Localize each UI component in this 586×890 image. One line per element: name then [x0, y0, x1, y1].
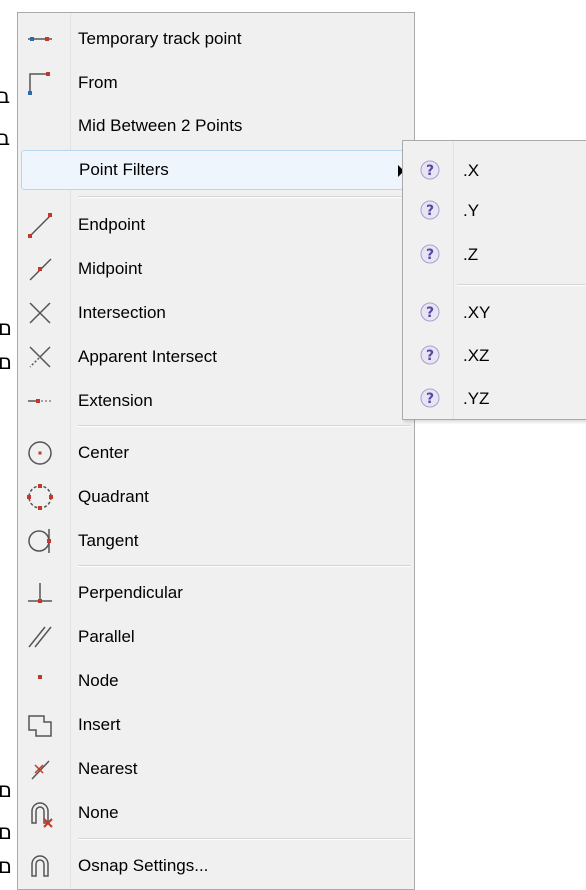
apparent-intersect-icon — [24, 341, 56, 373]
menu-item-insert[interactable]: Insert — [18, 705, 414, 745]
menu-item-label: Osnap Settings... — [78, 856, 209, 875]
menu-item-apparent-intersect[interactable]: Apparent Intersect — [18, 337, 414, 377]
extension-icon — [24, 385, 56, 417]
submenu-item-x[interactable]: ? .X — [403, 151, 586, 191]
background-glyph: ם — [0, 350, 12, 374]
nearest-icon — [24, 753, 56, 785]
svg-text:?: ? — [426, 348, 434, 364]
point-filter-icon: ? — [419, 387, 441, 409]
svg-text:?: ? — [426, 305, 434, 321]
submenu-item-yz[interactable]: ? .YZ — [403, 379, 586, 419]
menu-item-endpoint[interactable]: Endpoint — [18, 205, 414, 245]
endpoint-icon — [24, 209, 56, 241]
node-icon — [24, 665, 56, 697]
submenu-item-label: .X — [463, 161, 480, 180]
intersection-icon — [24, 297, 56, 329]
svg-text:?: ? — [426, 391, 434, 407]
submenu-item-z[interactable]: ? .Z — [403, 235, 586, 275]
background-glyph: ם — [0, 316, 12, 340]
menu-item-osnap-settings[interactable]: Osnap Settings... — [18, 846, 414, 886]
menu-item-none[interactable]: None — [18, 793, 414, 833]
submenu-item-xz[interactable]: ? .XZ — [403, 336, 586, 376]
from-icon — [24, 67, 56, 99]
menu-item-label: Midpoint — [78, 259, 143, 278]
menu-item-label: Mid Between 2 Points — [78, 116, 243, 135]
perpendicular-icon — [24, 577, 56, 609]
submenu-separator — [457, 284, 585, 286]
submenu-item-label: .XZ — [463, 346, 490, 365]
background-glyph: ם — [0, 778, 12, 802]
menu-item-label: Center — [78, 443, 130, 462]
menu-separator — [78, 196, 411, 198]
point-filter-icon: ? — [419, 301, 441, 323]
point-filter-icon: ? — [419, 344, 441, 366]
quadrant-icon — [24, 481, 56, 513]
menu-item-intersection[interactable]: Intersection — [18, 293, 414, 333]
svg-text:?: ? — [426, 247, 434, 263]
menu-item-label: Node — [78, 671, 119, 690]
submenu-item-label: .YZ — [463, 389, 490, 408]
menu-item-point-filters[interactable]: Point Filters — [21, 150, 409, 190]
menu-item-label: From — [78, 73, 118, 92]
background-glyph: ב — [0, 84, 11, 108]
submenu-item-xy[interactable]: ? .XY — [403, 293, 586, 333]
object-snap-context-menu: Temporary track point From Mid Between 2… — [17, 12, 415, 890]
menu-item-label: Apparent Intersect — [78, 347, 217, 366]
menu-item-extension[interactable]: Extension — [18, 381, 414, 421]
menu-item-label: Parallel — [78, 627, 135, 646]
tangent-icon — [24, 525, 56, 557]
background-glyph: ם — [0, 854, 12, 878]
menu-item-perpendicular[interactable]: Perpendicular — [18, 573, 414, 613]
menu-separator — [78, 838, 411, 840]
menu-item-nearest[interactable]: Nearest — [18, 749, 414, 789]
osnap-settings-icon — [24, 850, 56, 882]
menu-separator — [78, 425, 411, 427]
menu-item-label: Intersection — [78, 303, 166, 322]
menu-item-label: Perpendicular — [78, 583, 183, 602]
center-icon — [24, 437, 56, 469]
menu-item-parallel[interactable]: Parallel — [18, 617, 414, 657]
menu-item-center[interactable]: Center — [18, 433, 414, 473]
point-filter-icon: ? — [419, 243, 441, 265]
menu-item-temporary-track-point[interactable]: Temporary track point — [18, 19, 414, 59]
menu-item-label: Quadrant — [78, 487, 149, 506]
menu-item-midpoint[interactable]: Midpoint — [18, 249, 414, 289]
svg-text:?: ? — [426, 163, 434, 179]
menu-item-label: None — [78, 803, 119, 822]
menu-separator — [78, 565, 411, 567]
menu-item-label: Extension — [78, 391, 153, 410]
background-glyph: ב — [0, 126, 11, 150]
svg-text:?: ? — [426, 203, 434, 219]
menu-item-tangent[interactable]: Tangent — [18, 521, 414, 561]
insert-icon — [24, 709, 56, 741]
menu-item-label: Temporary track point — [78, 29, 242, 48]
point-filters-submenu: ? .X ? .Y ? .Z ? .XY ? .XZ ? .YZ — [402, 140, 586, 420]
menu-item-from[interactable]: From — [18, 63, 414, 103]
none-icon — [24, 797, 56, 829]
temporary-track-point-icon — [24, 23, 56, 55]
menu-item-quadrant[interactable]: Quadrant — [18, 477, 414, 517]
point-filter-icon: ? — [419, 159, 441, 181]
background-glyph: ם — [0, 820, 12, 844]
submenu-item-y[interactable]: ? .Y — [403, 191, 586, 231]
menu-item-mid-between-2-points[interactable]: Mid Between 2 Points — [18, 106, 414, 146]
submenu-item-label: .XY — [463, 303, 491, 322]
menu-item-label: Insert — [78, 715, 121, 734]
menu-item-label: Endpoint — [78, 215, 146, 234]
menu-item-label: Tangent — [78, 531, 139, 550]
menu-item-label: Nearest — [78, 759, 138, 778]
menu-item-label: Point Filters — [79, 160, 169, 179]
parallel-icon — [24, 621, 56, 653]
submenu-item-label: .Y — [463, 201, 480, 220]
menu-item-node[interactable]: Node — [18, 661, 414, 701]
submenu-item-label: .Z — [463, 245, 479, 264]
point-filter-icon: ? — [419, 199, 441, 221]
midpoint-icon — [24, 253, 56, 285]
